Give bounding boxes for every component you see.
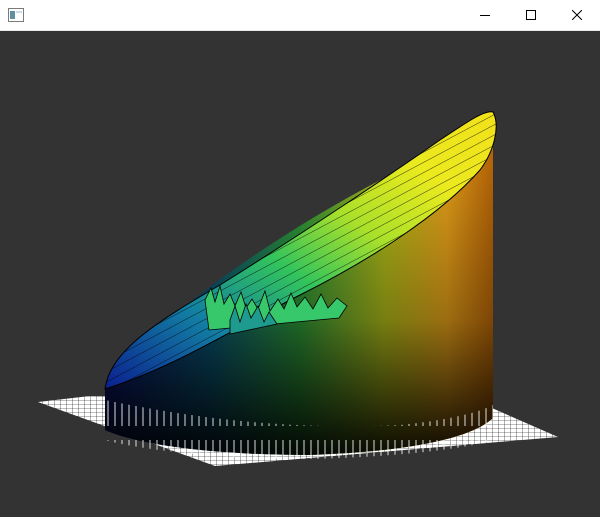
close-icon <box>572 10 582 20</box>
minimize-icon <box>480 15 490 16</box>
3d-viewport[interactable] <box>0 31 600 512</box>
app-window <box>0 0 600 512</box>
app-icon <box>8 8 24 22</box>
surface-plot[interactable] <box>0 31 600 512</box>
minimize-button[interactable] <box>462 0 508 30</box>
maximize-button[interactable] <box>508 0 554 30</box>
title-bar[interactable] <box>0 0 600 31</box>
maximize-icon <box>526 10 536 20</box>
close-button[interactable] <box>554 0 600 30</box>
